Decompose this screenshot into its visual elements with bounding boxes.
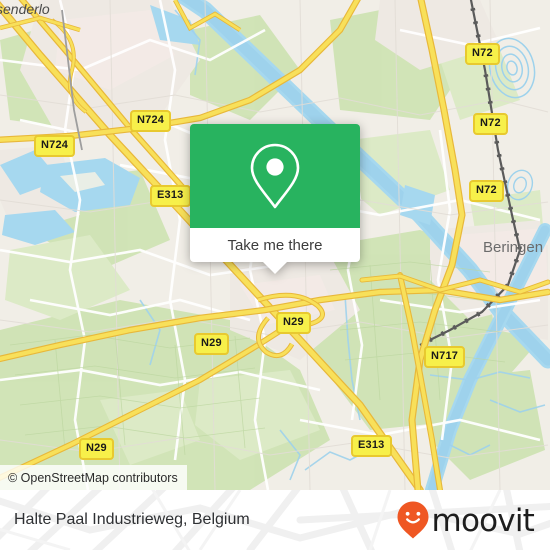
take-me-there-label: Take me there: [227, 236, 323, 254]
moovit-wordmark: moovit: [431, 502, 535, 539]
road-shield: N72: [465, 43, 500, 65]
road-shield: N29: [79, 438, 114, 460]
moovit-pin-smiley-icon: [397, 501, 429, 539]
moovit-map-page: N724 N724 E313 N72 N72 N72 N29 N29 N29 N…: [0, 0, 550, 550]
location-popup-card[interactable]: Take me there: [190, 124, 360, 274]
road-shield: N724: [130, 110, 172, 132]
road-shield: N72: [473, 113, 508, 135]
popup-pointer-tail: [262, 261, 288, 274]
take-me-there-button[interactable]: Take me there: [190, 228, 360, 274]
location-title: Halte Paal Industrieweg, Belgium: [14, 511, 250, 528]
road-shield: N724: [34, 135, 76, 157]
road-shield: N29: [276, 312, 311, 334]
road-shield: N29: [194, 333, 229, 355]
road-shield: N717: [424, 346, 466, 368]
place-label-tessenderlo: senderlo: [0, 1, 50, 17]
popup-image-area: [190, 124, 360, 228]
place-label-beringen: Beringen: [483, 239, 544, 256]
map-pin-icon: [250, 143, 300, 209]
footer-bar: Halte Paal Industrieweg, Belgium moovit: [0, 490, 550, 550]
map-canvas[interactable]: N724 N724 E313 N72 N72 N72 N29 N29 N29 N…: [0, 0, 550, 490]
osm-attribution-text: © OpenStreetMap contributors: [8, 470, 178, 485]
osm-attribution[interactable]: © OpenStreetMap contributors: [0, 465, 187, 490]
moovit-logo: moovit: [396, 500, 535, 540]
road-shield: N72: [469, 180, 504, 202]
road-shield: E313: [351, 435, 392, 457]
road-shield: E313: [150, 185, 191, 207]
